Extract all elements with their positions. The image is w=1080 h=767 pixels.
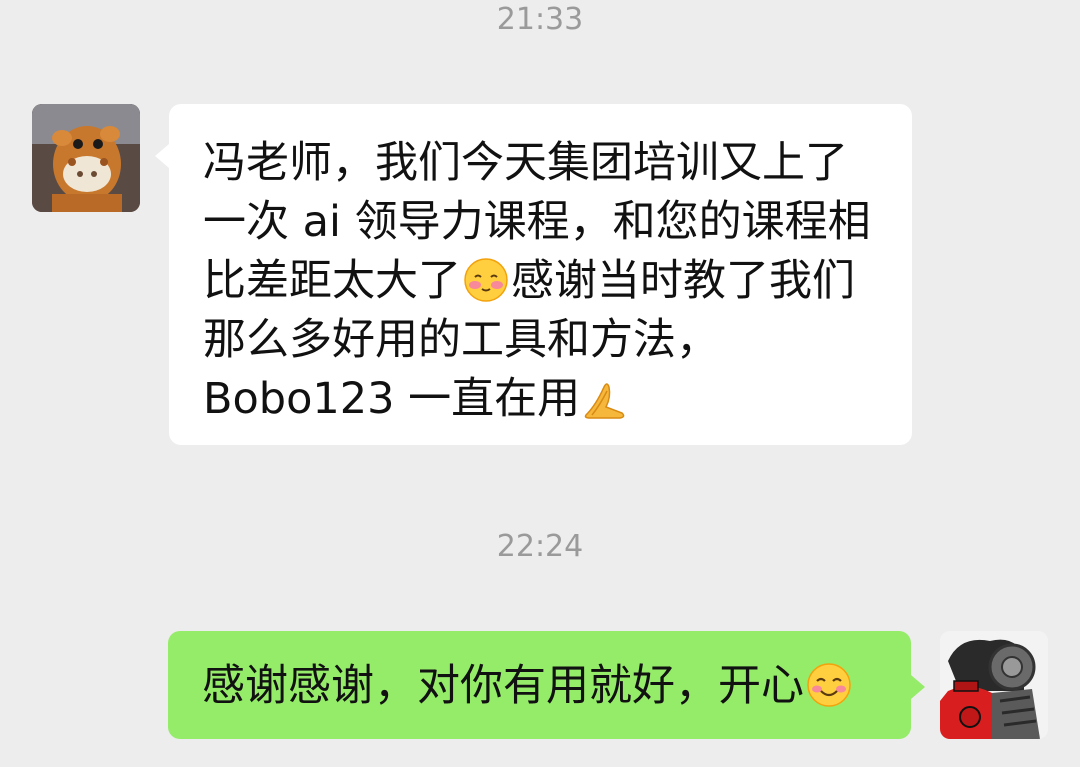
message-line: 那么多好用的工具和方法， xyxy=(203,315,719,365)
message-text: 感谢感谢，对你有用就好，开心 xyxy=(202,661,804,711)
message-line-with-emoji: 感谢感谢，对你有用就好，开心 xyxy=(202,657,887,716)
outgoing-message-bubble[interactable]: 感谢感谢，对你有用就好，开心 xyxy=(168,631,925,739)
praying-hands-emoji-icon xyxy=(584,383,625,419)
timestamp: 22:24 xyxy=(496,529,584,564)
illustrated-character-avatar-icon xyxy=(940,631,1048,739)
message-line: 一次 ai 领导力课程，和您的课程相 xyxy=(203,197,871,247)
message-line-with-emoji: Bobo123 一直在用 xyxy=(203,370,884,429)
message-line: 冯老师，我们今天集团培训又上了 xyxy=(203,138,848,188)
my-avatar[interactable] xyxy=(940,631,1048,739)
message-text: Bobo123 一直在用 xyxy=(203,374,581,424)
message-text: 感谢当时教了我们 xyxy=(511,256,855,306)
shy-blush-emoji-icon xyxy=(464,258,508,302)
message-line-with-emoji: 比差距太大了 感谢当时教了我们 xyxy=(203,252,884,311)
giraffe-plush-avatar-icon xyxy=(32,104,140,212)
timestamp: 21:33 xyxy=(496,2,584,37)
message-text: 比差距太大了 xyxy=(203,256,461,306)
incoming-message-bubble[interactable]: 冯老师，我们今天集团培训又上了 一次 ai 领导力课程，和您的课程相 比差距太大… xyxy=(155,104,912,445)
contact-avatar[interactable] xyxy=(32,104,140,212)
smiling-face-emoji-icon xyxy=(807,663,851,707)
